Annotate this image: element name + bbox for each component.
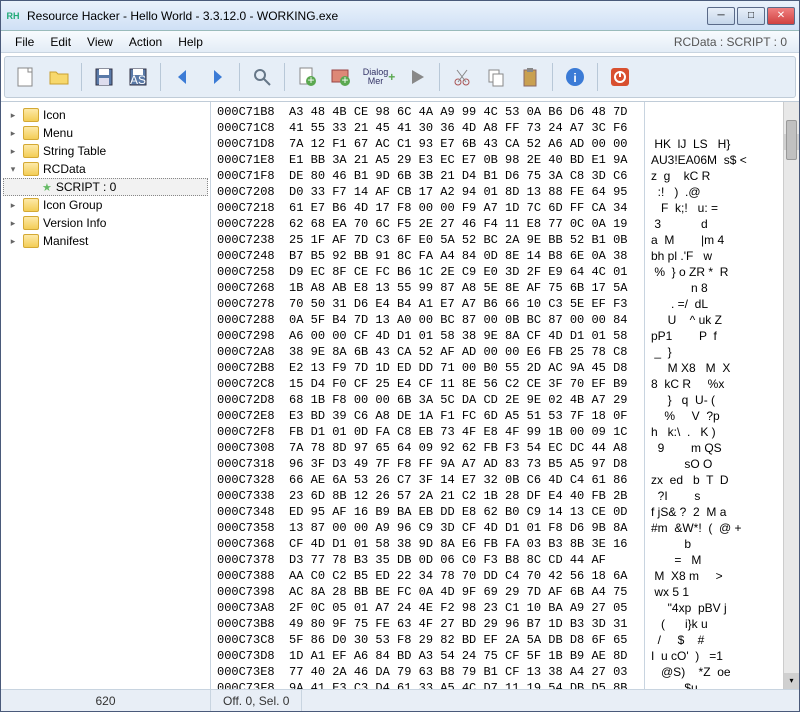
folder-icon	[23, 144, 39, 158]
folder-icon	[23, 162, 39, 176]
minimize-button[interactable]: ─	[707, 7, 735, 25]
close-button[interactable]: ✕	[767, 7, 795, 25]
tree-node[interactable]: ▸ Version Info	[3, 214, 208, 232]
save-as-button[interactable]: AS	[122, 61, 154, 93]
toolbar: AS + + DialogMer+ i	[4, 56, 796, 98]
status-right: Off. 0, Sel. 0	[211, 690, 302, 711]
folder-icon	[23, 198, 39, 212]
play-button[interactable]	[401, 61, 433, 93]
folder-icon	[23, 108, 39, 122]
tree-node[interactable]: ▸ Manifest	[3, 232, 208, 250]
tree-label: Icon	[43, 108, 66, 122]
tree-node[interactable]: ▾ RCData	[3, 160, 208, 178]
tree-label: String Table	[43, 144, 106, 158]
menu-help[interactable]: Help	[170, 33, 211, 51]
svg-text:i: i	[573, 71, 576, 85]
open-button[interactable]	[43, 61, 75, 93]
menu-edit[interactable]: Edit	[42, 33, 79, 51]
scroll-thumb[interactable]	[786, 120, 797, 160]
twisty-icon[interactable]: ▸	[7, 146, 19, 157]
search-button[interactable]	[246, 61, 278, 93]
tree-label: SCRIPT : 0	[56, 180, 116, 194]
tree-label: Version Info	[43, 216, 106, 230]
tree-label: Manifest	[43, 234, 88, 248]
app-icon: RH	[5, 8, 21, 24]
twisty-icon[interactable]: ▾	[7, 164, 19, 175]
add-image-button[interactable]: +	[325, 61, 357, 93]
titlebar: RH Resource Hacker - Hello World - 3.3.1…	[1, 1, 799, 31]
twisty-icon[interactable]: ▸	[7, 110, 19, 121]
tree-leaf[interactable]: ★ SCRIPT : 0	[3, 178, 208, 196]
cut-button[interactable]	[446, 61, 478, 93]
nav-back-button[interactable]	[167, 61, 199, 93]
menu-file[interactable]: File	[7, 33, 42, 51]
window-title: Resource Hacker - Hello World - 3.3.12.0…	[27, 9, 707, 23]
folder-icon	[23, 126, 39, 140]
tree-node[interactable]: ▸ String Table	[3, 142, 208, 160]
scrollbar[interactable]: ▴ ▾	[783, 102, 799, 689]
status-left: 620	[1, 690, 211, 711]
menubar: File Edit View Action Help RCData : SCRI…	[1, 31, 799, 53]
tree-label: Menu	[43, 126, 73, 140]
hex-view[interactable]: 000C71B8 A3 48 4B CE 98 6C 4A A9 99 4C 5…	[211, 102, 645, 689]
tree-label: RCData	[43, 162, 86, 176]
menu-action[interactable]: Action	[121, 33, 170, 51]
folder-icon	[23, 234, 39, 248]
tree-node[interactable]: ▸ Icon Group	[3, 196, 208, 214]
svg-text:+: +	[307, 73, 314, 87]
resource-tree[interactable]: ▸ Icon ▸ Menu ▸ String Table ▾ RCData ★ SCRIPT : …	[1, 102, 211, 689]
folder-icon	[23, 216, 39, 230]
ascii-view[interactable]: HK lJ LS H} AU3!EA06M s$ < z g kC R :! )…	[645, 102, 799, 689]
new-button[interactable]	[9, 61, 41, 93]
twisty-icon[interactable]: ▸	[7, 200, 19, 211]
app-window: RH Resource Hacker - Hello World - 3.3.1…	[0, 0, 800, 712]
maximize-button[interactable]: □	[737, 7, 765, 25]
tree-node[interactable]: ▸ Menu	[3, 124, 208, 142]
resource-path-label: RCData : SCRIPT : 0	[674, 35, 793, 49]
menu-view[interactable]: View	[79, 33, 121, 51]
content-area: ▸ Icon ▸ Menu ▸ String Table ▾ RCData ★ SCRIPT : …	[1, 101, 799, 689]
statusbar: 620 Off. 0, Sel. 0	[1, 689, 799, 711]
tree-node[interactable]: ▸ Icon	[3, 106, 208, 124]
power-button[interactable]	[604, 61, 636, 93]
nav-fwd-button[interactable]	[201, 61, 233, 93]
twisty-icon[interactable]: ▸	[7, 128, 19, 139]
paste-button[interactable]	[514, 61, 546, 93]
twisty-icon[interactable]: ▸	[7, 236, 19, 247]
dialog-merge-button[interactable]: DialogMer+	[359, 61, 399, 93]
svg-text:AS: AS	[130, 73, 146, 87]
star-icon: ★	[42, 181, 52, 194]
save-button[interactable]	[88, 61, 120, 93]
add-resource-button[interactable]: +	[291, 61, 323, 93]
tree-label: Icon Group	[43, 198, 102, 212]
scroll-down-button[interactable]: ▾	[784, 673, 799, 689]
twisty-icon[interactable]: ▸	[7, 218, 19, 229]
svg-text:+: +	[341, 73, 348, 87]
copy-button[interactable]	[480, 61, 512, 93]
info-button[interactable]: i	[559, 61, 591, 93]
